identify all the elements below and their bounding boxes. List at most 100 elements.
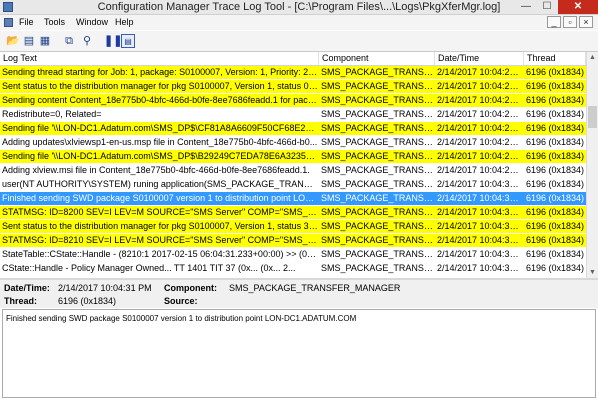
datetime-cell: 2/14/2017 10:04:25 PM bbox=[437, 67, 523, 77]
component-cell: SMS_PACKAGE_TRANSFER_ bbox=[321, 95, 434, 105]
open-icon[interactable]: 📂 bbox=[6, 34, 20, 48]
copy-icon[interactable]: ⧉ bbox=[62, 34, 76, 48]
minimize-button[interactable]: — bbox=[516, 0, 536, 14]
component-cell: SMS_PACKAGE_TRANSFER_ bbox=[321, 123, 434, 133]
log-text-cell: CState::Handle - Policy Manager Owned...… bbox=[2, 263, 296, 273]
column-header-datetime[interactable]: Date/Time bbox=[435, 52, 524, 65]
datetime-cell: 2/14/2017 10:04:26 PM bbox=[437, 109, 523, 119]
maximize-button[interactable]: ☐ bbox=[537, 0, 557, 14]
thread-cell: 6196 (0x1834) bbox=[526, 81, 585, 91]
menu-bar: File Tools Window Help _ ▫ × bbox=[0, 15, 598, 30]
log-text-cell: StateTable::CState::Handle - (8210:1 201… bbox=[2, 249, 318, 259]
component-label: Component: bbox=[164, 283, 217, 293]
table-row[interactable]: Finished sending SWD package S0100007 ve… bbox=[0, 192, 586, 206]
scroll-thumb[interactable] bbox=[588, 106, 597, 128]
thread-cell: 6196 (0x1834) bbox=[526, 235, 585, 245]
details-panel: Date/Time: 2/14/2017 10:04:31 PM Compone… bbox=[0, 280, 598, 308]
source-label: Source: bbox=[164, 296, 198, 306]
pause-icon[interactable]: ❚❚ bbox=[104, 34, 122, 48]
thread-cell: 6196 (0x1834) bbox=[526, 221, 585, 231]
table-row[interactable]: StateTable::CState::Handle - (8210:1 201… bbox=[0, 248, 586, 262]
thread-cell: 6196 (0x1834) bbox=[526, 263, 585, 273]
table-row[interactable]: Sending thread starting for Job: 1, pack… bbox=[0, 66, 586, 80]
component-cell: SMS_PACKAGE_TRANSFER_ bbox=[321, 207, 434, 217]
log-text-cell: STATMSG: ID=8210 SEV=I LEV=M SOURCE="SMS… bbox=[2, 235, 318, 245]
log-rows: Sending thread starting for Job: 1, pack… bbox=[0, 66, 586, 276]
component-cell: SMS_PACKAGE_TRANSFER_ bbox=[321, 263, 434, 273]
column-header-thread[interactable]: Thread bbox=[524, 52, 586, 65]
menu-tools[interactable]: Tools bbox=[44, 17, 65, 27]
menu-help[interactable]: Help bbox=[115, 17, 134, 27]
datetime-cell: 2/14/2017 10:04:30 PM bbox=[437, 179, 523, 189]
thread-cell: 6196 (0x1834) bbox=[526, 193, 585, 203]
scroll-down-icon[interactable]: ▼ bbox=[587, 267, 598, 278]
close-button[interactable]: ✕ bbox=[558, 0, 598, 14]
find-icon[interactable]: ⚲ bbox=[80, 34, 94, 48]
component-cell: SMS_PACKAGE_TRANSFER_ bbox=[321, 193, 434, 203]
log-text-cell: Sending file '\\LON-DC1.Adatum.com\SMS_D… bbox=[2, 123, 318, 133]
title-bar: Configuration Manager Trace Log Tool - [… bbox=[0, 0, 598, 15]
component-cell: SMS_PACKAGE_TRANSFER_ bbox=[321, 235, 434, 245]
component-cell: SMS_PACKAGE_TRANSFER_ bbox=[321, 151, 434, 161]
thread-cell: 6196 (0x1834) bbox=[526, 137, 585, 147]
table-row[interactable]: STATMSG: ID=8210 SEV=I LEV=M SOURCE="SMS… bbox=[0, 234, 586, 248]
component-value: SMS_PACKAGE_TRANSFER_MANAGER bbox=[229, 283, 401, 293]
component-cell: SMS_PACKAGE_TRANSFER_ bbox=[321, 165, 434, 175]
thread-cell: 6196 (0x1834) bbox=[526, 165, 585, 175]
mdi-close-button[interactable]: × bbox=[579, 16, 593, 28]
datetime-cell: 2/14/2017 10:04:31 PM bbox=[437, 249, 523, 259]
datetime-cell: 2/14/2017 10:04:31 PM bbox=[437, 207, 523, 217]
component-cell: SMS_PACKAGE_TRANSFER_ bbox=[321, 221, 434, 231]
toolbar: 📂 ▤ ▦ ⧉ ⚲ ❚❚ ▤ bbox=[0, 31, 598, 52]
thread-cell: 6196 (0x1834) bbox=[526, 151, 585, 161]
mdi-restore-button[interactable]: ▫ bbox=[563, 16, 577, 28]
thread-cell: 6196 (0x1834) bbox=[526, 67, 585, 77]
component-cell: SMS_PACKAGE_TRANSFER_ bbox=[321, 81, 434, 91]
component-cell: SMS_PACKAGE_TRANSFER_ bbox=[321, 109, 434, 119]
log-text-cell: Sending content Content_18e775b0-4bfc-46… bbox=[2, 95, 318, 105]
table-row[interactable]: Sending file '\\LON-DC1.Adatum.com\SMS_D… bbox=[0, 150, 586, 164]
table-row[interactable]: CState::Handle - Policy Manager Owned...… bbox=[0, 262, 586, 276]
log-text-cell: Sent status to the distribution manager … bbox=[2, 81, 318, 91]
table-row[interactable]: Sent status to the distribution manager … bbox=[0, 220, 586, 234]
table-row[interactable]: user(NT AUTHORITY\SYSTEM) runing applica… bbox=[0, 178, 586, 192]
mdi-minimize-button[interactable]: _ bbox=[547, 16, 561, 28]
menu-window[interactable]: Window bbox=[76, 17, 108, 27]
scroll-up-icon[interactable]: ▲ bbox=[587, 52, 598, 63]
print-preview-icon[interactable]: ▦ bbox=[38, 34, 52, 48]
datetime-label: Date/Time: bbox=[4, 283, 50, 293]
thread-value: 6196 (0x1834) bbox=[58, 296, 117, 306]
log-grid[interactable]: Log Text Component Date/Time Thread Send… bbox=[0, 52, 586, 278]
thread-cell: 6196 (0x1834) bbox=[526, 123, 585, 133]
table-row[interactable]: STATMSG: ID=8200 SEV=I LEV=M SOURCE="SMS… bbox=[0, 206, 586, 220]
thread-cell: 6196 (0x1834) bbox=[526, 109, 585, 119]
datetime-cell: 2/14/2017 10:04:29 PM bbox=[437, 165, 523, 175]
thread-cell: 6196 (0x1834) bbox=[526, 95, 585, 105]
table-row[interactable]: Sent status to the distribution manager … bbox=[0, 80, 586, 94]
document-icon[interactable] bbox=[4, 18, 13, 27]
datetime-cell: 2/14/2017 10:04:31 PM bbox=[437, 221, 523, 231]
table-row[interactable]: Redistribute=0, Related= SMS_PACKAGE_TRAN… bbox=[0, 108, 586, 122]
grid-header: Log Text Component Date/Time Thread bbox=[0, 52, 586, 66]
print-icon[interactable]: ▤ bbox=[22, 34, 36, 48]
table-row[interactable]: Adding updates\xlviewsp1-en-us.msp file … bbox=[0, 136, 586, 150]
table-row[interactable]: Sending content Content_18e775b0-4bfc-46… bbox=[0, 94, 586, 108]
datetime-cell: 2/14/2017 10:04:25 PM bbox=[437, 81, 523, 91]
menu-file[interactable]: File bbox=[19, 17, 34, 27]
vertical-scrollbar[interactable]: ▲ ▼ bbox=[586, 52, 598, 278]
datetime-value: 2/14/2017 10:04:31 PM bbox=[58, 283, 152, 293]
datetime-cell: 2/14/2017 10:04:26 PM bbox=[437, 123, 523, 133]
column-header-log-text[interactable]: Log Text bbox=[0, 52, 319, 65]
thread-cell: 6196 (0x1834) bbox=[526, 207, 585, 217]
filter-icon[interactable]: ▤ bbox=[121, 34, 135, 48]
log-text-cell: STATMSG: ID=8200 SEV=I LEV=M SOURCE="SMS… bbox=[2, 207, 318, 217]
table-row[interactable]: Adding xlview.msi file in Content_18e775… bbox=[0, 164, 586, 178]
log-message-box[interactable]: Finished sending SWD package S0100007 ve… bbox=[2, 309, 596, 398]
thread-cell: 6196 (0x1834) bbox=[526, 249, 585, 259]
table-row[interactable]: Sending file '\\LON-DC1.Adatum.com\SMS_D… bbox=[0, 122, 586, 136]
column-header-component[interactable]: Component bbox=[319, 52, 435, 65]
datetime-cell: 2/14/2017 10:04:27 PM bbox=[437, 137, 523, 147]
component-cell: SMS_PACKAGE_TRANSFER_ bbox=[321, 179, 434, 189]
datetime-cell: 2/14/2017 10:04:28 PM bbox=[437, 151, 523, 161]
log-text-cell: Adding xlview.msi file in Content_18e775… bbox=[2, 165, 310, 175]
